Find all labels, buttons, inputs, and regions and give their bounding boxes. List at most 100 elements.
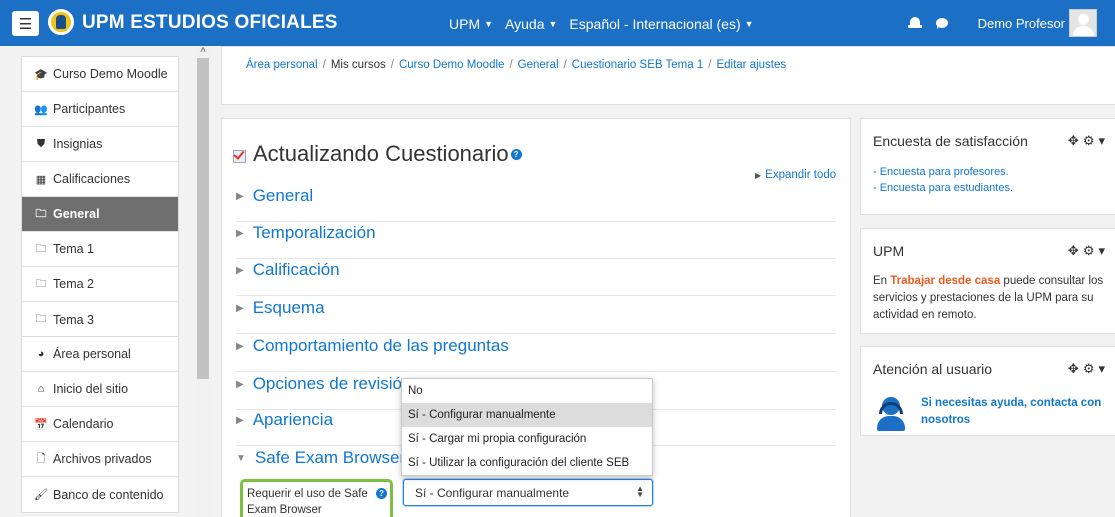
section-general[interactable]: ▶ General — [236, 186, 836, 222]
drawer-scrollbar[interactable]: ˄ — [196, 46, 210, 517]
select-arrows-icon: ▲ ▼ — [636, 484, 644, 499]
graduation-cap-icon: 🎓 — [34, 68, 48, 81]
drawer-item-private-files[interactable]: 🗋 Archivos privados — [22, 442, 178, 477]
folder-icon: 🗀 — [35, 242, 47, 255]
menu-upm[interactable]: UPM ▼ — [449, 16, 493, 32]
drawer-item-tema-2[interactable]: 🗀 Tema 2 — [22, 267, 178, 302]
nav-drawer: 🎓 Curso Demo Moodle 👥 Participantes ⛊ Insig… — [0, 46, 196, 517]
avatar[interactable] — [1069, 9, 1097, 37]
chevron-up-icon[interactable]: ˄ — [198, 46, 208, 56]
nav-menu: UPM ▼ Ayuda ▼ Español - Internacional (es)… — [449, 16, 754, 32]
caret-down-icon: ▼ — [484, 19, 494, 29]
caret-right-icon: ▶ — [236, 191, 244, 202]
breadcrumb-edit-settings[interactable]: Editar ajustes — [716, 59, 786, 71]
caret-down-icon[interactable]: ▾ — [1098, 243, 1105, 258]
section-grade[interactable]: ▶ Calificación — [236, 260, 836, 296]
block-controls: ✥ ⚙ ▾ — [1064, 243, 1105, 259]
caret-right-icon: ▶ — [755, 171, 762, 180]
breadcrumb-my-courses: Mis cursos — [330, 59, 386, 71]
file-icon: 🗋 — [36, 452, 46, 465]
require-seb-select[interactable]: Sí - Configurar manualmente ▲ ▼ — [403, 479, 653, 506]
caret-right-icon: ▶ — [236, 303, 244, 314]
dropdown-option-client-config[interactable]: Sí - Utilizar la configuración del clien… — [402, 451, 652, 475]
shield-icon: ⛊ — [36, 137, 46, 150]
hamburger-menu-button[interactable]: ☰ — [12, 11, 39, 36]
caret-right-icon: ▶ — [236, 228, 244, 239]
quiz-icon — [232, 148, 246, 163]
survey-link-students[interactable]: - Encuesta para estudiantes. — [873, 180, 1013, 196]
caret-right-icon: ▶ — [236, 379, 244, 390]
expand-all-link[interactable]: ▶ Expandir todo — [755, 169, 836, 181]
breadcrumb-dashboard[interactable]: Área personal — [246, 59, 318, 71]
require-seb-dropdown: No Sí - Configurar manualmente Sí - Carg… — [401, 378, 653, 476]
dropdown-option-no[interactable]: No — [402, 379, 652, 403]
caret-right-icon: ▶ — [236, 415, 244, 426]
drawer-item-course[interactable]: 🎓 Curso Demo Moodle — [22, 57, 178, 92]
drawer-item-tema-1[interactable]: 🗀 Tema 1 — [22, 232, 178, 267]
block-survey: Encuesta de satisfacción ✥ ⚙ ▾ - Encuesta … — [860, 118, 1115, 215]
move-icon[interactable]: ✥ — [1068, 243, 1079, 258]
work-from-home-link[interactable]: Trabajar desde casa — [890, 275, 1000, 287]
drawer-item-grades[interactable]: ▦ Calificaciones — [22, 162, 178, 197]
message-icon[interactable] — [935, 18, 948, 29]
caret-down-icon: ▼ — [744, 19, 754, 29]
help-icon[interactable]: ? — [510, 148, 522, 160]
drawer-item-general[interactable]: 🗀 General — [22, 197, 178, 232]
gear-icon[interactable]: ⚙ — [1083, 133, 1095, 148]
site-nav-panel: ◕ Área personal ⌂ Inicio del sitio 📅 Calend… — [21, 336, 179, 513]
dashboard-icon: ◕ — [37, 348, 45, 360]
gear-icon[interactable]: ⚙ — [1083, 361, 1095, 376]
upm-block-text: En Trabajar desde casa puede consultar l… — [873, 275, 1104, 321]
bell-icon[interactable] — [907, 16, 922, 30]
top-navbar: ☰ UPM ESTUDIOS OFICIALES UPM ▼ Ayuda ▼ Esp… — [0, 0, 1115, 46]
dropdown-option-upload-config[interactable]: Sí - Cargar mi propia configuración — [402, 427, 652, 451]
course-nav-panel: 🎓 Curso Demo Moodle 👥 Participantes ⛊ Insig… — [21, 56, 179, 338]
block-controls: ✥ ⚙ ▾ — [1064, 361, 1105, 377]
calendar-icon: 📅 — [34, 418, 48, 431]
paint-brush-icon: 🖌 — [34, 489, 48, 501]
gear-icon[interactable]: ⚙ — [1083, 243, 1095, 258]
block-title: Atención al usuario — [873, 361, 993, 377]
drawer-item-site-home[interactable]: ⌂ Inicio del sitio — [22, 372, 178, 407]
upm-logo[interactable] — [48, 9, 74, 35]
site-title[interactable]: UPM ESTUDIOS OFICIALES — [82, 12, 338, 34]
support-contact-link[interactable]: Si necesitas ayuda, contacta con nosotro… — [921, 395, 1111, 429]
folder-icon: 🗀 — [35, 277, 47, 290]
user-area: Demo Profesor — [907, 0, 1115, 46]
drawer-item-participants[interactable]: 👥 Participantes — [22, 92, 178, 127]
caret-down-icon[interactable]: ▾ — [1098, 361, 1105, 376]
user-name[interactable]: Demo Profesor — [978, 16, 1065, 31]
breadcrumb-quiz[interactable]: Cuestionario SEB Tema 1 — [572, 59, 703, 71]
section-question-behaviour[interactable]: ▶ Comportamiento de las preguntas — [236, 336, 836, 372]
move-icon[interactable]: ✥ — [1068, 361, 1079, 376]
home-icon: ⌂ — [37, 383, 45, 395]
headset-icon — [877, 397, 905, 431]
block-title: UPM — [873, 243, 905, 259]
hamburger-icon: ☰ — [18, 15, 33, 33]
breadcrumb-course[interactable]: Curso Demo Moodle — [399, 59, 504, 71]
menu-language[interactable]: Español - Internacional (es) ▼ — [569, 16, 753, 32]
page-title: Actualizando Cuestionario? — [232, 141, 522, 167]
survey-link-teachers[interactable]: - Encuesta para profesores. — [873, 164, 1013, 180]
block-title: Encuesta de satisfacción — [873, 133, 1028, 149]
drawer-item-content-bank[interactable]: 🖌 Banco de contenido — [22, 477, 178, 512]
drawer-item-tema-3[interactable]: 🗀 Tema 3 — [22, 302, 178, 337]
block-controls: ✥ ⚙ ▾ — [1064, 133, 1105, 149]
drawer-item-calendar[interactable]: 📅 Calendario — [22, 407, 178, 442]
table-icon: ▦ — [35, 173, 47, 186]
help-icon[interactable]: ? — [376, 488, 387, 499]
caret-right-icon: ▶ — [236, 341, 244, 352]
section-timing[interactable]: ▶ Temporalización — [236, 223, 836, 259]
move-icon[interactable]: ✥ — [1068, 133, 1079, 148]
users-icon: 👥 — [34, 103, 48, 116]
breadcrumb-section[interactable]: General — [518, 59, 559, 71]
folder-icon: 🗀 — [35, 313, 47, 325]
menu-ayuda[interactable]: Ayuda ▼ — [505, 16, 557, 32]
block-support: Atención al usuario ✥ ⚙ ▾ Si necesitas ayu… — [860, 346, 1115, 436]
dropdown-option-manual[interactable]: Sí - Configurar manualmente — [402, 403, 652, 427]
section-layout[interactable]: ▶ Esquema — [236, 298, 836, 334]
scrollbar-thumb[interactable] — [197, 58, 209, 379]
caret-down-icon[interactable]: ▾ — [1098, 133, 1105, 148]
drawer-item-badges[interactable]: ⛊ Insignias — [22, 127, 178, 162]
drawer-item-dashboard[interactable]: ◕ Área personal — [22, 337, 178, 372]
